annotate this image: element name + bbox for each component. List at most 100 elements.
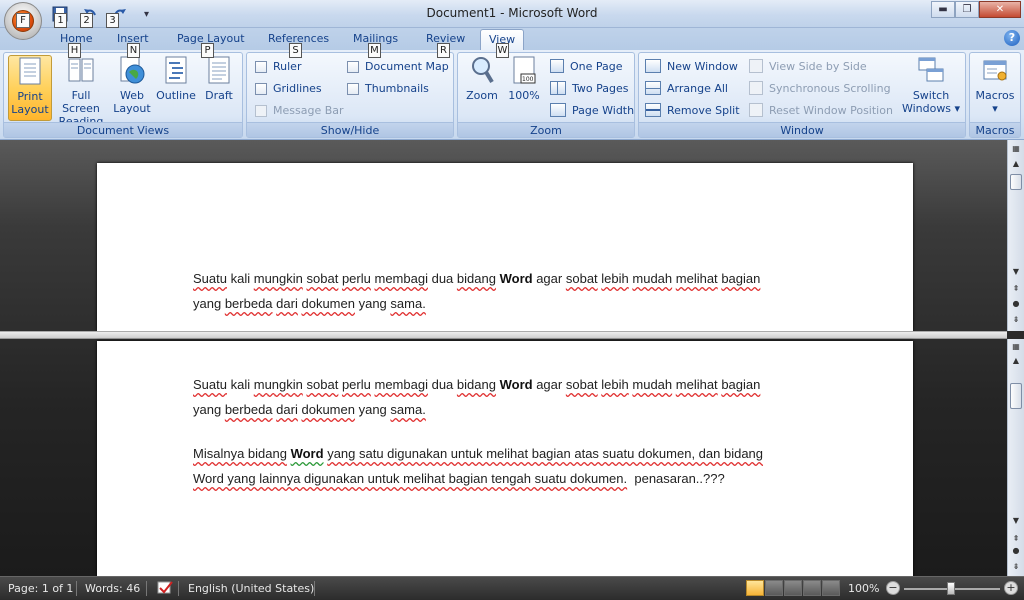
ruler-checkbox-box[interactable] xyxy=(255,60,267,73)
zoom-in-button[interactable]: + xyxy=(1004,581,1018,595)
document-views-group-label: Document Views xyxy=(4,122,242,137)
new-window-icon xyxy=(645,59,661,73)
group-zoom: Zoom 100 100% One Page Two Pages Page Wi… xyxy=(457,52,635,138)
scroll-down-arrow-icon[interactable]: ▼ xyxy=(1010,266,1022,277)
proofing-icon[interactable] xyxy=(156,580,174,599)
top-pane-scroll-thumb[interactable] xyxy=(1010,174,1022,190)
ruler-toggle-icon-2[interactable]: ▦ xyxy=(1010,341,1022,352)
switch-windows-label-2: Windows ▾ xyxy=(901,102,961,115)
two-pages-label: Two Pages xyxy=(572,81,629,95)
document-page-top-pane[interactable]: Suatu kali mungkin sobat perlu membagi d… xyxy=(97,163,913,331)
maximize-button[interactable]: ❐ xyxy=(955,1,979,18)
full-screen-reading-button[interactable]: Full Screen Reading xyxy=(52,55,110,128)
next-page-icon-2[interactable]: ⇟ xyxy=(1010,561,1022,572)
thumbnails-checkbox-box[interactable] xyxy=(347,82,359,95)
group-window: New Window Arrange All Remove Split View… xyxy=(638,52,966,138)
web-layout-button[interactable]: Web Layout xyxy=(112,55,152,115)
new-window-button[interactable]: New Window xyxy=(645,59,738,73)
minimize-button[interactable]: ▬ xyxy=(931,1,955,18)
bottom-pane-scrollbar[interactable]: ▦ ▲ ▼ ⇞ ● ⇟ xyxy=(1007,339,1024,576)
bot-l2-word-5: sama. xyxy=(390,402,426,417)
close-button[interactable]: ✕ xyxy=(979,1,1021,18)
zoom-slider[interactable]: − + xyxy=(886,581,1018,596)
scroll-up-arrow-icon-2[interactable]: ▲ xyxy=(1010,355,1022,366)
ruler-toggle-icon[interactable]: ▦ xyxy=(1010,143,1022,154)
outline-button[interactable]: Outline xyxy=(154,55,198,102)
word-count[interactable]: Words: 46 xyxy=(85,582,140,595)
document-map-checkbox-box[interactable] xyxy=(347,60,359,73)
keytip-home: H xyxy=(68,43,81,58)
switch-windows-icon xyxy=(917,55,945,85)
split-bar[interactable] xyxy=(0,331,1007,339)
top-l1-word-7: bidang xyxy=(456,271,496,286)
previous-page-icon[interactable]: ⇞ xyxy=(1010,283,1022,294)
bot-l2-word-3: dokumen xyxy=(301,402,355,417)
status-draft-icon[interactable] xyxy=(822,580,840,596)
zoom-100-label: 100% xyxy=(508,89,540,102)
status-bar: Page: 1 of 1 Words: 46 English (United S… xyxy=(0,576,1024,600)
top-pane-paragraph-1: Suatu kali mungkin sobat perlu membagi d… xyxy=(193,266,833,316)
outline-icon xyxy=(162,55,190,85)
language-indicator[interactable]: English (United States) xyxy=(188,582,314,595)
remove-split-label: Remove Split xyxy=(667,103,740,117)
arrange-all-button[interactable]: Arrange All xyxy=(645,81,728,95)
switch-windows-button[interactable]: Switch Windows ▾ xyxy=(901,55,961,115)
macros-button[interactable]: Macros ▾ xyxy=(972,55,1018,115)
one-page-button[interactable]: One Page xyxy=(550,59,623,73)
status-outline-icon[interactable] xyxy=(803,580,821,596)
zoom-out-button[interactable]: − xyxy=(886,581,900,595)
one-page-icon xyxy=(550,59,564,73)
scroll-up-arrow-icon[interactable]: ▲ xyxy=(1010,158,1022,169)
macros-arrow[interactable]: ▾ xyxy=(972,102,1018,115)
view-side-by-side-icon xyxy=(749,59,763,73)
previous-page-icon-2[interactable]: ⇞ xyxy=(1010,533,1022,544)
web-layout-icon xyxy=(118,55,146,85)
zoom-label: Zoom xyxy=(466,89,498,102)
status-web-layout-icon[interactable] xyxy=(784,580,802,596)
status-full-screen-reading-icon[interactable] xyxy=(765,580,783,596)
select-browse-object-icon[interactable]: ● xyxy=(1010,298,1022,309)
zoom-button[interactable]: Zoom xyxy=(462,55,502,102)
ruler-label: Ruler xyxy=(273,60,302,73)
window-title: Document1 - Microsoft Word xyxy=(426,6,598,20)
keytip-review: R xyxy=(437,43,450,58)
status-separator xyxy=(314,581,315,596)
bot-l2-word-4: yang xyxy=(358,402,387,417)
page-width-icon xyxy=(550,103,566,117)
ruler-checkbox[interactable]: Ruler xyxy=(255,60,301,73)
select-browse-object-icon-2[interactable]: ● xyxy=(1010,545,1022,556)
gridlines-checkbox[interactable]: Gridlines xyxy=(255,82,322,95)
draft-button[interactable]: Draft xyxy=(200,55,238,102)
keytip-qat-3: 3 xyxy=(106,13,119,28)
top-pane-scrollbar[interactable]: ▦ ▲ ▼ ⇞ ● ⇟ xyxy=(1007,140,1024,331)
top-l1-word-12: mudah xyxy=(632,271,673,286)
thumbnails-checkbox[interactable]: Thumbnails xyxy=(347,82,429,95)
two-pages-button[interactable]: Two Pages xyxy=(550,81,628,95)
bottom-pane-scroll-thumb[interactable] xyxy=(1010,383,1022,409)
message-bar-checkbox: Message Bar xyxy=(255,104,344,117)
zoom-100-button[interactable]: 100 100% xyxy=(506,55,542,102)
print-layout-button[interactable]: Print Layout xyxy=(8,55,52,121)
scroll-down-arrow-icon-2[interactable]: ▼ xyxy=(1010,515,1022,526)
document-page-bottom-pane[interactable]: Suatu kali mungkin sobat perlu membagi d… xyxy=(97,341,913,581)
zoom-slider-thumb[interactable] xyxy=(947,582,955,595)
bot-l1-word-8: Word xyxy=(499,377,533,392)
page-width-label: Page Width xyxy=(572,103,635,117)
top-l1-word-9: agar xyxy=(536,271,563,286)
page-width-button[interactable]: Page Width xyxy=(550,103,634,117)
macros-group-label: Macros xyxy=(970,122,1020,137)
gridlines-checkbox-box[interactable] xyxy=(255,82,267,95)
bot-l2-word-2: dari xyxy=(276,402,298,417)
next-page-icon[interactable]: ⇟ xyxy=(1010,314,1022,325)
status-separator xyxy=(178,581,179,596)
help-icon[interactable]: ? xyxy=(1004,30,1020,46)
zoom-level[interactable]: 100% xyxy=(848,582,879,595)
status-print-layout-icon[interactable] xyxy=(746,580,764,596)
synchronous-scrolling-button: Synchronous Scrolling xyxy=(749,81,891,95)
office-button[interactable]: F xyxy=(4,2,42,40)
document-map-checkbox[interactable]: Document Map xyxy=(347,60,449,73)
synchronous-scrolling-label: Synchronous Scrolling xyxy=(769,81,891,95)
remove-split-button[interactable]: Remove Split xyxy=(645,103,740,117)
page-count[interactable]: Page: 1 of 1 xyxy=(8,582,73,595)
arrange-all-icon xyxy=(645,81,661,95)
